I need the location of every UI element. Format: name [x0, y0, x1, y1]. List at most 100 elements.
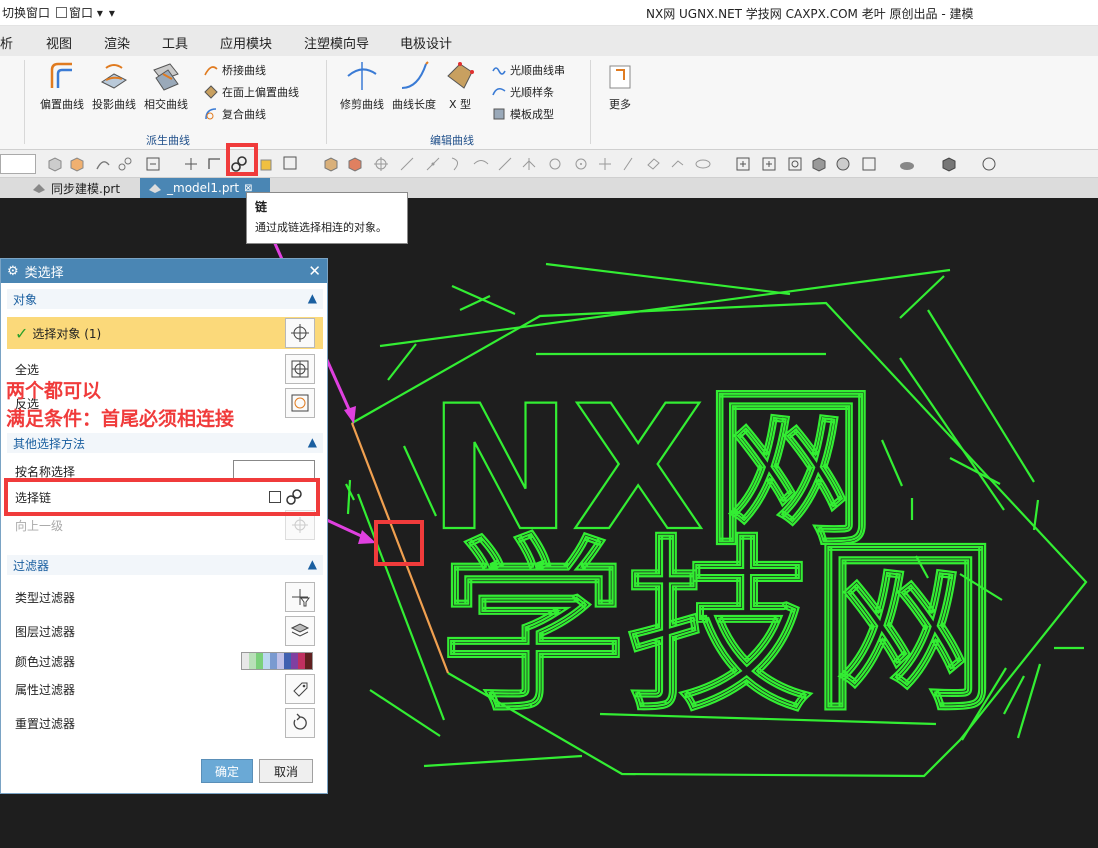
- layer-icon[interactable]: [940, 155, 958, 173]
- ok-button[interactable]: 确定: [201, 759, 253, 783]
- window-menu[interactable]: 窗口 ▾: [56, 4, 103, 21]
- color-filter-swatch[interactable]: [241, 652, 313, 670]
- snap-icon[interactable]: [182, 155, 200, 173]
- snap-quadrant-icon[interactable]: [520, 155, 538, 173]
- view-cube-icon[interactable]: [322, 155, 340, 173]
- type-filter-row[interactable]: 类型过滤器: [7, 581, 323, 613]
- quick-access-dropdown-icon[interactable]: ▾: [109, 6, 115, 20]
- curve-line: [545, 262, 791, 296]
- x-form-button[interactable]: X 型: [434, 60, 486, 112]
- orient-view-icon[interactable]: [860, 155, 878, 173]
- template-shape-button[interactable]: 模板成型: [492, 106, 554, 122]
- smooth-spline-button[interactable]: 光顺样条: [492, 84, 554, 100]
- background-icon[interactable]: [898, 155, 916, 173]
- offset-on-face-button[interactable]: 在面上偏置曲线: [204, 84, 299, 100]
- body-box-icon[interactable]: [258, 155, 276, 173]
- reset-filter-button[interactable]: [285, 708, 315, 738]
- annotation-line-1: 两个都可以: [6, 380, 102, 402]
- snap-plus-icon[interactable]: [596, 155, 614, 173]
- tab-render[interactable]: 渲染: [104, 33, 130, 52]
- snap-mid-icon[interactable]: [424, 155, 442, 173]
- tab-tools[interactable]: 工具: [162, 33, 188, 52]
- tab-analysis[interactable]: 析: [0, 33, 13, 52]
- attribute-filter-row[interactable]: 属性过滤器: [7, 673, 323, 705]
- select-point-icon[interactable]: [116, 155, 134, 173]
- snap-center-icon[interactable]: [372, 155, 390, 173]
- curve-line: [423, 754, 583, 768]
- tab-mold-wizard[interactable]: 注塑模向导: [304, 33, 369, 52]
- select-all-button[interactable]: [285, 354, 315, 384]
- type-filter-button[interactable]: [285, 582, 315, 612]
- snap-point-icon[interactable]: [572, 155, 590, 173]
- invert-selection-button[interactable]: [285, 388, 315, 418]
- tab-view[interactable]: 视图: [46, 33, 72, 52]
- color-filter-row[interactable]: 颜色过滤器: [7, 649, 323, 673]
- type-filter-dropdown[interactable]: [0, 154, 36, 174]
- project-curve-button[interactable]: 投影曲线: [88, 60, 140, 112]
- collapse-chevron-icon[interactable]: ▲: [308, 291, 317, 305]
- tab-electrode-design[interactable]: 电极设计: [400, 33, 452, 52]
- view-pan-icon[interactable]: [760, 155, 778, 173]
- other-methods-section-header[interactable]: 其他选择方法 ▲: [7, 433, 323, 453]
- snap-bounded-icon[interactable]: [668, 155, 686, 173]
- switch-window-menu[interactable]: 切换窗口: [2, 4, 50, 21]
- bridge-curve-button[interactable]: 桥接曲线: [204, 62, 266, 78]
- work-layer-icon[interactable]: [980, 155, 998, 173]
- trim-curve-button[interactable]: 修剪曲线: [336, 60, 388, 112]
- composite-curve-icon: [205, 108, 217, 120]
- cancel-button[interactable]: 取消: [259, 759, 313, 783]
- snap-on-face-icon[interactable]: [644, 155, 662, 173]
- snap-arc-center-icon[interactable]: [546, 155, 564, 173]
- snap-end-icon[interactable]: [398, 155, 416, 173]
- tangent-curve-icon[interactable]: [206, 155, 224, 173]
- attribute-filter-button[interactable]: [285, 674, 315, 704]
- select-curve-icon[interactable]: [94, 155, 112, 173]
- intersect-curve-button[interactable]: 相交曲线: [140, 60, 192, 112]
- chain-curve-highlight: [374, 520, 424, 566]
- snap-eye-icon[interactable]: [694, 155, 712, 173]
- attribute-filter-label: 属性过滤器: [15, 682, 76, 697]
- smooth-chain-button[interactable]: 光顺曲线串: [492, 62, 565, 78]
- tab-application[interactable]: 应用模块: [220, 33, 272, 52]
- view-rotate-icon[interactable]: [786, 155, 804, 173]
- offset-curve-button[interactable]: 偏置曲线: [36, 60, 88, 112]
- reset-filter-row[interactable]: 重置过滤器: [7, 707, 323, 739]
- objects-section-header[interactable]: 对象 ▲: [7, 289, 323, 309]
- curve-length-button[interactable]: 曲线长度: [388, 60, 440, 112]
- render-style-icon[interactable]: [834, 155, 852, 173]
- curve-line: [346, 479, 352, 515]
- feature-filter-icon[interactable]: [144, 155, 162, 173]
- more-icon: [609, 65, 631, 89]
- title-bar: 切换窗口 窗口 ▾ ▾ NX网 UGNX.NET 学技网 CAXPX.COM 老…: [0, 0, 1098, 26]
- select-object-button[interactable]: [285, 318, 315, 348]
- more-button[interactable]: 更多: [594, 60, 646, 112]
- select-box-icon[interactable]: [282, 155, 300, 173]
- arrow-head: [344, 406, 356, 424]
- select-solid-icon[interactable]: [46, 155, 64, 173]
- layer-filter-row[interactable]: 图层过滤器: [7, 615, 323, 647]
- annotation-line-2: 满足条件：首尾必须相连接: [6, 408, 235, 430]
- view-cube-alt-icon[interactable]: [346, 155, 364, 173]
- snap-intersect-icon[interactable]: [472, 155, 490, 173]
- snap-control-icon[interactable]: [448, 155, 466, 173]
- snap-on-curve-icon[interactable]: [620, 155, 638, 173]
- intersect-curve-label: 相交曲线: [144, 98, 188, 111]
- file-tab-label: _model1.prt: [167, 181, 240, 195]
- invert-selection-icon: [291, 394, 309, 412]
- filters-section-header[interactable]: 过滤器 ▲: [7, 555, 323, 575]
- view-fit-icon[interactable]: [734, 155, 752, 173]
- dialog-title: 类选择: [24, 265, 64, 281]
- ribbon: 偏置曲线 投影曲线 相交曲线 桥接曲线 在面上偏置曲线 复合曲线 派生曲线 修剪…: [0, 56, 1098, 150]
- close-icon[interactable]: ✕: [308, 262, 321, 280]
- layer-filter-button[interactable]: [285, 616, 315, 646]
- shaded-icon[interactable]: [810, 155, 828, 173]
- select-face-icon[interactable]: [68, 155, 86, 173]
- file-tab-sync-modeling[interactable]: 同步建模.prt: [24, 178, 128, 198]
- offset-curve-icon: [50, 62, 72, 88]
- collapse-chevron-icon[interactable]: ▲: [308, 557, 317, 571]
- composite-curve-button[interactable]: 复合曲线: [204, 106, 266, 122]
- select-object-row[interactable]: ✓ 选择对象 (1): [7, 317, 323, 349]
- snap-arc-icon[interactable]: [496, 155, 514, 173]
- class-selection-dialog: ⚙ 类选择 ✕ 对象 ▲ ✓ 选择对象 (1) 全选 反选 其他选择方法 ▲ 按…: [0, 258, 328, 794]
- collapse-chevron-icon[interactable]: ▲: [308, 435, 317, 449]
